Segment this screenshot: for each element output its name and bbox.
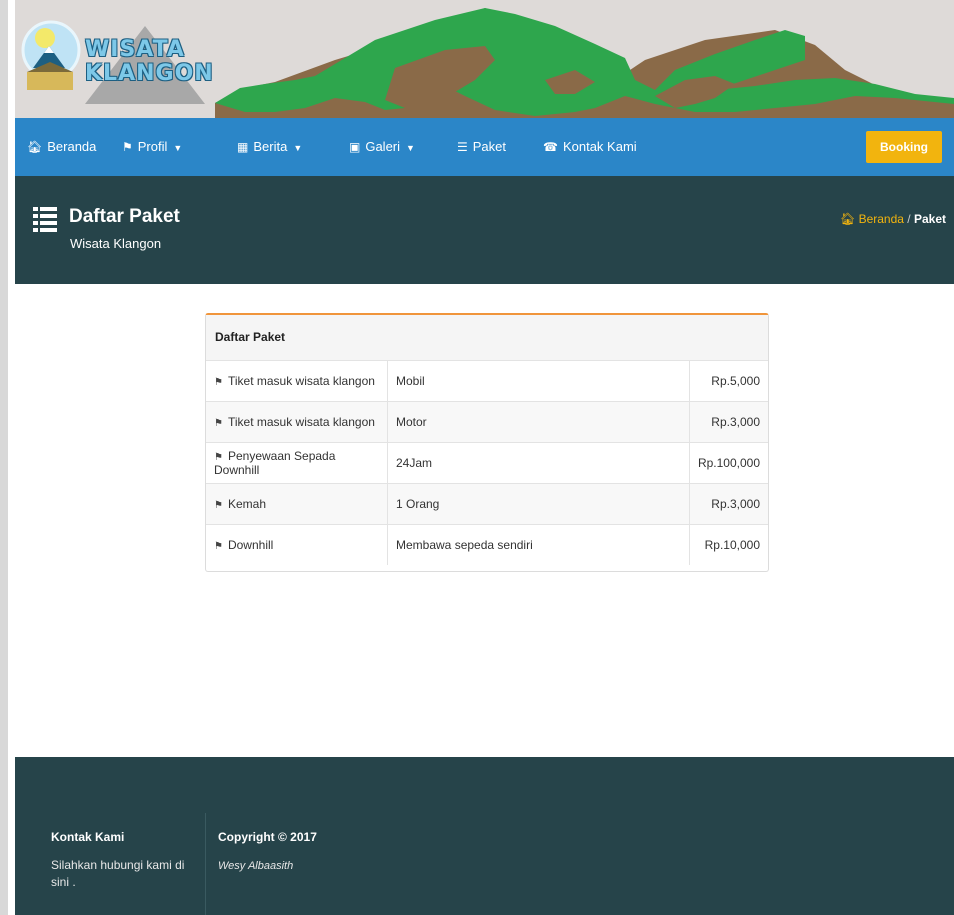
panel-heading: Daftar Paket — [206, 315, 768, 361]
package-price: Rp.10,000 — [704, 538, 760, 552]
logo-line-1: WISATA — [85, 37, 185, 62]
table-row: ⚑ Penyewaan Sepada Downhill 24Jam Rp.100,… — [206, 442, 768, 484]
nav-paket[interactable]: ☰ Paket — [457, 118, 506, 176]
nav-paket-label: Paket — [472, 139, 507, 154]
list-icon — [33, 206, 57, 232]
table-row: ⚑ Tiket masuk wisata klangon Motor Rp.3,0… — [206, 401, 768, 443]
footer-author: Wesy Albaasith — [218, 860, 294, 872]
chevron-down-icon: ▼ — [406, 143, 415, 153]
nav-kontak-kami[interactable]: ☎ Kontak Kami — [543, 118, 637, 176]
chevron-down-icon: ▼ — [293, 143, 303, 153]
phone-icon: ☎ — [543, 140, 558, 154]
package-detail: 1 Orang — [387, 483, 690, 525]
paket-panel: Daftar Paket ⚑ Tiket masuk wisata klangon… — [205, 313, 769, 572]
nav-beranda[interactable]: 🏠︎ Beranda — [27, 118, 96, 176]
nav-beranda-label: Beranda — [47, 139, 97, 154]
home-icon: 🏠︎ — [27, 140, 43, 154]
package-detail: Membawa sepeda sendiri — [387, 524, 690, 565]
nav-profil-label: Profil — [137, 139, 168, 154]
package-detail: Motor — [387, 401, 690, 443]
flag-checkered-icon: ⚑ — [214, 377, 223, 388]
home-icon: 🏠︎ — [839, 212, 856, 226]
logo-wordmark[interactable]: WISATA — [85, 38, 185, 62]
page-header: Daftar Paket Wisata Klangon 🏠︎ Beranda /… — [15, 176, 954, 284]
breadcrumb-current: Paket — [913, 212, 946, 226]
table-row: ⚑ Downhill Membawa sepeda sendiri Rp.10,0… — [206, 524, 768, 565]
site-footer: Kontak Kami Silahkan hubungi kami di sin… — [15, 757, 954, 915]
package-price: Rp.3,000 — [689, 483, 768, 525]
chevron-down-icon: ▼ — [173, 143, 183, 153]
flag-checkered-icon: ⚑ — [214, 500, 223, 511]
page-subtitle: Wisata Klangon — [70, 236, 162, 251]
package-name: Penyewaan Sepada Downhill — [214, 449, 336, 477]
image-icon: ▣ — [349, 140, 361, 154]
package-name: Tiket masuk wisata klangon — [227, 415, 375, 429]
booking-button[interactable]: Booking — [866, 131, 942, 163]
nav-galeri-label: Galeri — [365, 139, 401, 154]
package-name: Tiket masuk wisata klangon — [227, 374, 375, 388]
paket-table: ⚑ Tiket masuk wisata klangon Mobil Rp.5,0… — [206, 361, 768, 565]
footer-copyright: Copyright © 2017 — [218, 830, 317, 844]
breadcrumb-home-link[interactable]: Beranda — [859, 212, 904, 226]
nav-kontak-label: Kontak Kami — [562, 139, 637, 154]
table-row: ⚑ Tiket masuk wisata klangon Mobil Rp.5,0… — [206, 361, 768, 402]
newspaper-icon: ▦ — [237, 140, 249, 154]
package-name: Downhill — [227, 538, 274, 552]
flag-icon: ⚑ — [122, 140, 133, 154]
nav-galeri[interactable]: ▣ Galeri ▼ — [349, 118, 415, 176]
nav-profil[interactable]: ⚑ Profil ▼ — [122, 118, 182, 176]
footer-contact-text[interactable]: Silahkan hubungi kami di sini . — [51, 857, 191, 891]
package-detail: 24Jam — [387, 442, 690, 484]
main-navbar: 🏠︎ Beranda ⚑ Profil ▼ ▦ Berita ▼ ▣ Galeri ▼ ☰ Pa… — [15, 118, 954, 176]
nav-berita[interactable]: ▦ Berita ▼ — [237, 118, 302, 176]
package-price: Rp.100,000 — [689, 442, 768, 484]
nav-berita-label: Berita — [253, 139, 288, 154]
flag-checkered-icon: ⚑ — [214, 418, 223, 429]
site-banner: WISATA KLANGON — [15, 0, 954, 118]
page-title: Daftar Paket — [69, 206, 180, 227]
package-detail: Mobil — [387, 361, 690, 402]
package-price: Rp.3,000 — [689, 401, 768, 443]
package-price: Rp.5,000 — [689, 361, 768, 402]
logo-wordmark-line-2[interactable]: KLANGON — [85, 62, 214, 86]
table-row: ⚑ Kemah 1 Orang Rp.3,000 — [206, 483, 768, 525]
package-name: Kemah — [227, 497, 266, 511]
footer-divider — [205, 813, 206, 915]
breadcrumb-separator: / — [907, 212, 911, 226]
footer-contact-heading: Kontak Kami — [51, 830, 125, 844]
flag-checkered-icon: ⚑ — [214, 541, 223, 552]
flag-checkered-icon: ⚑ — [214, 452, 223, 463]
breadcrumb: 🏠︎ Beranda / Paket — [840, 212, 946, 226]
left-page-rail — [0, 0, 8, 915]
logo-line-2: KLANGON — [85, 61, 214, 86]
list-icon: ☰ — [457, 140, 468, 154]
